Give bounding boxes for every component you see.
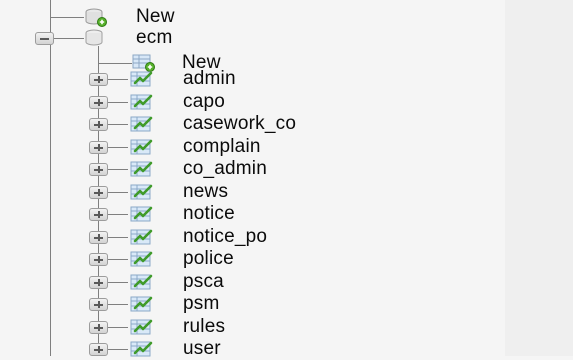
expand-toggle[interactable] [89, 253, 108, 266]
tree-item-label: ecm [136, 27, 173, 48]
tree-connector [108, 304, 128, 305]
expand-toggle[interactable] [89, 298, 108, 311]
tree-item-table[interactable]: admin [130, 68, 236, 90]
tree-item-label: admin [183, 68, 236, 89]
expand-toggle[interactable] [89, 96, 108, 109]
tree-connector [108, 327, 128, 328]
tree-item-label: user [183, 338, 221, 359]
tree-item-label: New [136, 6, 175, 27]
right-pane [505, 0, 573, 356]
tree-item-table[interactable]: user [130, 338, 221, 360]
table-icon [130, 319, 153, 335]
database-icon [85, 29, 103, 46]
tree-item-label: news [183, 181, 229, 202]
tree-connector [108, 237, 128, 238]
tree-item-table[interactable]: complain [130, 136, 261, 158]
table-icon [130, 161, 153, 177]
tree-connector [98, 63, 132, 64]
expand-toggle[interactable] [89, 118, 108, 131]
table-icon [130, 341, 153, 357]
tree-item-label: police [183, 248, 234, 269]
tree-item-root-new[interactable]: New [84, 6, 175, 28]
tree-item-label: notice_po [183, 226, 268, 247]
expand-toggle[interactable] [89, 343, 108, 356]
table-icon [130, 229, 153, 245]
tree-connector [108, 147, 128, 148]
tree-item-table[interactable]: psca [130, 271, 224, 293]
tree-item-table[interactable]: notice_po [130, 226, 267, 248]
tree-connector [108, 102, 128, 103]
tree-item-table[interactable]: rules [130, 316, 225, 338]
tree-guide-line [50, 0, 51, 356]
tree-item-label: psm [183, 293, 220, 314]
tree-connector [108, 259, 128, 260]
tree-item-label: notice [183, 203, 235, 224]
tree-item-label: co_admin [183, 158, 267, 179]
tree-item-table[interactable]: casework_co [130, 113, 296, 135]
tree-connector [108, 192, 128, 193]
table-icon [130, 139, 153, 155]
tree-item-table[interactable]: psm [130, 293, 220, 315]
expand-toggle[interactable] [89, 231, 108, 244]
tree-item-table[interactable]: police [130, 248, 234, 270]
tree-connector [108, 124, 128, 125]
table-icon [130, 274, 153, 290]
tree-connector [50, 17, 84, 18]
tree-connector [108, 282, 128, 283]
tree-item-table[interactable]: co_admin [130, 158, 267, 180]
expand-toggle[interactable] [89, 73, 108, 86]
tree-connector [108, 349, 128, 350]
tree-item-table[interactable]: capo [130, 91, 225, 113]
table-icon [130, 296, 153, 312]
tree-connector [108, 79, 128, 80]
tree-item-table[interactable]: news [130, 181, 228, 203]
table-icon [130, 206, 153, 222]
expand-toggle[interactable] [89, 276, 108, 289]
table-icon [130, 94, 153, 110]
expand-toggle[interactable] [89, 163, 108, 176]
tree-connector [54, 38, 84, 39]
tree-connector [108, 214, 128, 215]
table-icon [130, 251, 153, 267]
tree-item-label: rules [183, 316, 226, 337]
expand-toggle[interactable] [89, 208, 108, 221]
tree-item-label: complain [183, 136, 261, 157]
tree-item-database-ecm[interactable]: ecm [84, 27, 173, 49]
tree-item-label: capo [183, 91, 226, 112]
new-database-icon [85, 8, 107, 27]
tree-item-table[interactable]: notice [130, 203, 235, 225]
expand-toggle[interactable] [89, 321, 108, 334]
table-icon [130, 184, 153, 200]
tree-item-label: psca [183, 271, 224, 292]
expand-toggle[interactable] [89, 141, 108, 154]
expand-toggle[interactable] [89, 186, 108, 199]
navigation-tree: New ecm New admin capo casework_co compl… [0, 0, 505, 359]
tree-connector [108, 169, 128, 170]
tree-item-label: casework_co [183, 113, 297, 134]
collapse-toggle[interactable] [35, 32, 54, 45]
table-icon [130, 116, 153, 132]
table-icon [130, 71, 153, 87]
